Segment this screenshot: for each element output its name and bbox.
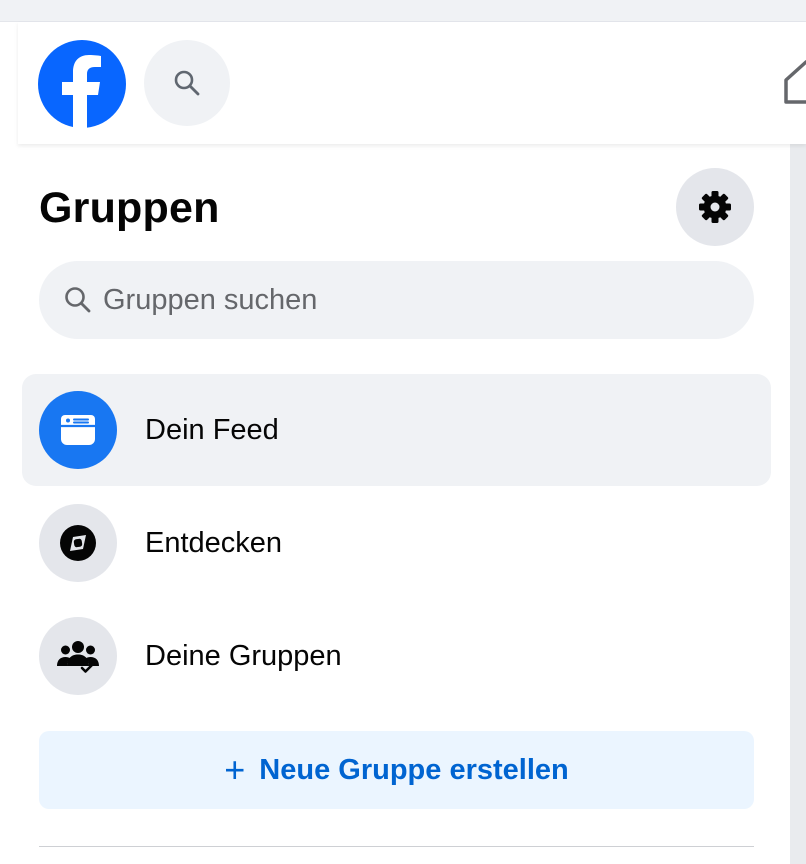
groups-icon-circle [39, 617, 117, 695]
sidebar-item-label: Deine Gruppen [145, 639, 342, 672]
create-new-group-button[interactable]: + Neue Gruppe erstellen [39, 731, 754, 809]
sidebar-item-your-groups[interactable]: Deine Gruppen [22, 600, 771, 712]
left-edge [0, 144, 18, 864]
feed-icon [61, 415, 95, 445]
gear-icon [699, 191, 731, 223]
settings-button[interactable] [676, 168, 754, 246]
groups-search-field[interactable] [39, 261, 754, 339]
top-navigation-bar [18, 22, 806, 144]
sidebar-item-label: Entdecken [145, 526, 283, 559]
facebook-f-glyph [62, 55, 101, 128]
sidebar-item-label: Dein Feed [145, 413, 279, 446]
content-area-edge [790, 144, 806, 864]
compass-icon [60, 525, 96, 561]
groups-search-input[interactable] [103, 283, 703, 317]
sidebar-item-discover[interactable]: Entdecken [22, 487, 771, 599]
groups-icon [57, 641, 99, 673]
compass-icon-circle [39, 504, 117, 582]
feed-icon-circle [39, 391, 117, 469]
browser-top-strip [0, 0, 806, 22]
sidebar-item-feed[interactable]: Dein Feed [22, 374, 771, 486]
header-search-button[interactable] [144, 40, 230, 126]
groups-sidebar: Gruppen Gruppen suchen Dein Feed Entdeck… [18, 144, 790, 864]
divider [39, 846, 754, 847]
create-new-group-label: Neue Gruppe erstellen [259, 753, 569, 786]
plus-icon: + [224, 749, 246, 790]
page-title: Gruppen [39, 184, 220, 232]
home-icon[interactable] [780, 52, 806, 108]
search-icon [174, 70, 200, 96]
search-icon [65, 287, 91, 313]
facebook-logo[interactable] [38, 40, 126, 128]
